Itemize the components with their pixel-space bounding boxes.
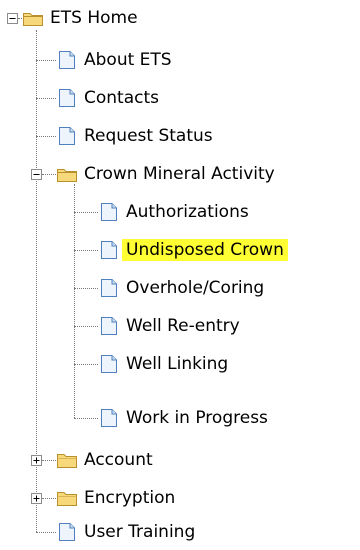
tree-node-label: ETS Home	[50, 8, 138, 28]
tree-connector	[74, 326, 98, 327]
page-icon	[101, 279, 117, 297]
expand-toggle-icon[interactable]	[31, 493, 42, 504]
tree-node-user-training[interactable]: User Training	[56, 520, 199, 544]
tree-node-authorizations[interactable]: Authorizations	[98, 200, 253, 224]
tree-connector	[36, 98, 56, 99]
page-icon	[101, 241, 117, 259]
folder-closed-icon	[57, 492, 77, 506]
tree-connector	[74, 364, 98, 365]
tree-node-work-in-progress[interactable]: Work in Progress	[98, 406, 272, 430]
tree-node-account[interactable]: Account	[56, 448, 157, 472]
tree-node-label: Authorizations	[126, 202, 249, 222]
tree-node-label: Account	[84, 450, 153, 470]
tree-connector	[74, 212, 98, 213]
page-icon	[101, 409, 117, 427]
folder-open-icon	[23, 13, 43, 26]
folder-open-icon	[57, 169, 77, 182]
tree-connector	[36, 532, 56, 533]
tree-node-label: Encryption	[84, 488, 176, 508]
tree-node-well-re-entry[interactable]: Well Re-entry	[98, 314, 244, 338]
tree-connector	[74, 418, 98, 419]
expand-toggle-icon[interactable]	[31, 455, 42, 466]
tree-node-about-ets[interactable]: About ETS	[56, 48, 176, 72]
tree-node-label: About ETS	[84, 50, 172, 70]
tree-node-label-selected: Undisposed Crown	[122, 239, 288, 261]
tree-node-label: Contacts	[84, 88, 159, 108]
tree-connector	[74, 288, 98, 289]
tree-node-well-linking[interactable]: Well Linking	[98, 352, 232, 376]
tree-connector	[36, 60, 56, 61]
tree-connector	[42, 460, 56, 461]
tree-connector-crown	[74, 184, 75, 418]
page-icon	[59, 89, 75, 107]
tree-connector	[42, 174, 56, 175]
folder-closed-icon	[57, 454, 77, 468]
tree-node-label: Work in Progress	[126, 408, 268, 428]
collapse-toggle-icon[interactable]	[31, 169, 42, 180]
page-icon	[59, 51, 75, 69]
tree-node-crown-mineral-activity[interactable]: Crown Mineral Activity	[56, 162, 279, 186]
tree-connector	[42, 498, 56, 499]
page-icon	[59, 523, 75, 541]
tree-node-label: User Training	[84, 522, 196, 542]
tree-connector	[74, 250, 98, 251]
tree-node-request-status[interactable]: Request Status	[56, 124, 217, 148]
tree-node-contacts[interactable]: Contacts	[56, 86, 163, 110]
tree-connector	[36, 136, 56, 137]
tree-node-label: Overhole/Coring	[126, 278, 265, 298]
tree-node-encryption[interactable]: Encryption	[56, 486, 179, 510]
tree-node-label: Well Re-entry	[126, 316, 240, 336]
page-icon	[59, 127, 75, 145]
tree-node-ets-home[interactable]: ETS Home	[22, 6, 142, 30]
page-icon	[101, 317, 117, 335]
tree-node-label: Crown Mineral Activity	[84, 164, 275, 184]
page-icon	[101, 355, 117, 373]
tree-node-label: Well Linking	[126, 354, 229, 374]
page-icon	[101, 203, 117, 221]
collapse-toggle-icon[interactable]	[7, 13, 18, 24]
tree-node-undisposed-crown[interactable]: Undisposed Crown	[98, 238, 288, 262]
tree-node-overhole-coring[interactable]: Overhole/Coring	[98, 276, 268, 300]
tree-node-label: Request Status	[84, 126, 213, 146]
